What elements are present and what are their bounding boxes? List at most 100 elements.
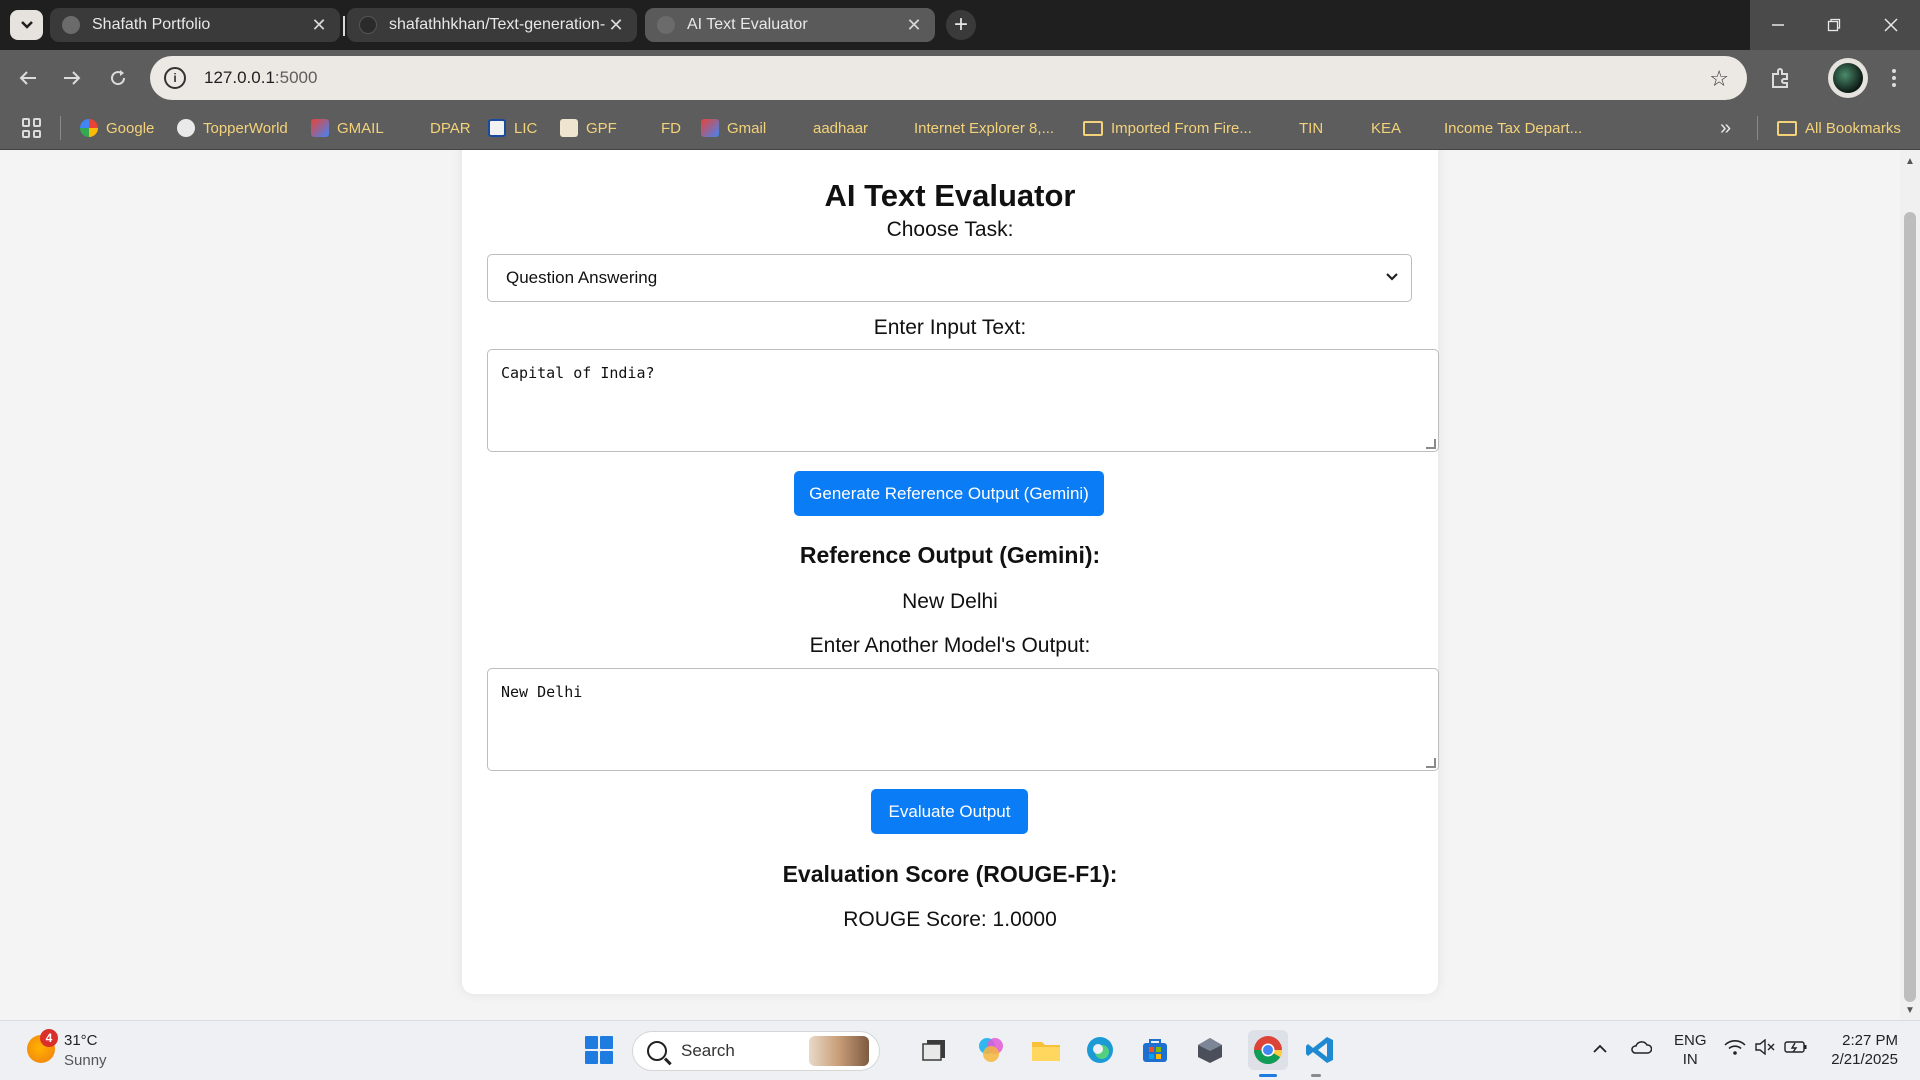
windows-logo-icon (585, 1036, 613, 1064)
scroll-down-icon[interactable]: ▼ (1905, 1005, 1915, 1016)
copilot-button[interactable] (974, 1033, 1008, 1067)
globe-icon (888, 119, 906, 137)
windows-taskbar: 4 31°C Sunny Search ENG IN 2:27 PM 2/21/… (0, 1020, 1920, 1080)
task-select[interactable]: Question Answering (487, 254, 1412, 302)
evaluate-output-button[interactable]: Evaluate Output (871, 789, 1028, 834)
globe-icon (1273, 119, 1291, 137)
search-icon (647, 1041, 667, 1061)
page-scrollbar[interactable]: ▲ ▼ (1900, 150, 1920, 1020)
bookmark-income-tax[interactable]: Income Tax Depart... (1418, 117, 1582, 139)
bookmark-google[interactable]: Google (80, 117, 154, 139)
browser-menu-button[interactable] (1880, 64, 1908, 92)
gmail-icon (311, 119, 329, 137)
chrome-active-indicator (1259, 1074, 1277, 1077)
topperworld-icon (177, 119, 195, 137)
folder-icon (1777, 120, 1797, 136)
onedrive-icon[interactable] (1630, 1039, 1653, 1060)
model-output-text-area[interactable]: New Delhi (487, 668, 1439, 771)
show-hidden-icons-button[interactable] (1592, 1039, 1608, 1059)
weather-temperature[interactable]: 31°C (64, 1032, 98, 1049)
globe-icon (1345, 119, 1363, 137)
wifi-icon[interactable] (1724, 1039, 1746, 1060)
tab-search-button[interactable] (10, 10, 43, 40)
tab-shafath-portfolio[interactable]: Shafath Portfolio ✕ (50, 8, 340, 42)
bookmark-fd[interactable]: FD (635, 117, 681, 139)
bookmark-imported-folder[interactable]: Imported From Fire... (1083, 117, 1252, 139)
volume-muted-icon[interactable] (1754, 1038, 1776, 1060)
globe-icon (1418, 119, 1436, 137)
file-explorer-button[interactable] (1029, 1033, 1063, 1067)
new-tab-button[interactable]: + (946, 10, 976, 40)
close-icon[interactable]: ✕ (310, 15, 328, 36)
bookmark-topperworld[interactable]: TopperWorld (177, 117, 288, 139)
bookmark-internet-explorer[interactable]: Internet Explorer 8,... (888, 117, 1054, 139)
tab-ai-text-evaluator[interactable]: AI Text Evaluator ✕ (645, 8, 935, 42)
resize-grip-icon[interactable] (1426, 439, 1436, 449)
bookmark-star-icon[interactable]: ☆ (1709, 66, 1729, 92)
bookmark-gpf[interactable]: GPF (560, 117, 617, 139)
more-bookmarks-button[interactable]: » (1720, 117, 1731, 139)
tab-title: shafathhkhan/Text-generation- (389, 16, 606, 33)
reload-button[interactable] (104, 64, 132, 92)
language-secondary: IN (1682, 1051, 1698, 1068)
puzzle-icon (1772, 68, 1788, 88)
taskbar-clock[interactable]: 2:27 PM 2/21/2025 (1818, 1031, 1898, 1069)
battery-charging-icon[interactable] (1784, 1039, 1808, 1060)
bookmark-label: DPAR (430, 119, 471, 137)
lic-icon (488, 119, 506, 137)
bookmark-label: Gmail (727, 119, 767, 137)
tab-github-repo[interactable]: shafathhkhan/Text-generation- ✕ (347, 8, 637, 42)
url-host: 127.0.0.1 (204, 68, 275, 87)
close-window-button[interactable] (1862, 0, 1920, 50)
double-chevron-icon: » (1720, 116, 1732, 139)
extensions-button[interactable] (1767, 64, 1795, 92)
bookmark-tin[interactable]: TIN (1273, 117, 1323, 139)
cube-icon (1198, 1038, 1222, 1063)
scroll-up-icon[interactable]: ▲ (1905, 156, 1915, 167)
language-indicator[interactable]: ENG IN (1674, 1031, 1707, 1069)
bookmark-kea[interactable]: KEA (1345, 117, 1401, 139)
bookmark-separator (1757, 116, 1758, 140)
model-output-label: Enter Another Model's Output: (809, 634, 1091, 657)
input-text-area[interactable]: Capital of India? (487, 349, 1439, 452)
globe-icon (635, 119, 653, 137)
url-port: :5000 (274, 68, 318, 87)
resize-grip-icon[interactable] (1426, 758, 1436, 768)
store-icon (1143, 1039, 1167, 1062)
task-selected-value: Question Answering (506, 268, 658, 287)
bookmark-gmail[interactable]: Gmail (701, 117, 766, 139)
profile-avatar[interactable] (1828, 58, 1868, 98)
restore-button[interactable] (1806, 0, 1862, 50)
address-bar[interactable]: i 127.0.0.1:5000 ☆ (150, 56, 1747, 100)
apps-grid-icon[interactable] (22, 118, 42, 138)
minimize-icon (1772, 24, 1784, 26)
reload-icon (111, 70, 126, 86)
globe-icon (404, 119, 422, 137)
start-button[interactable] (582, 1033, 616, 1067)
globe-icon (62, 16, 80, 34)
forward-button[interactable] (58, 64, 86, 92)
site-info-icon[interactable]: i (164, 67, 186, 89)
weather-condition[interactable]: Sunny (64, 1052, 107, 1069)
url-text[interactable]: 127.0.0.1:5000 (204, 68, 317, 88)
close-icon[interactable]: ✕ (607, 15, 625, 36)
minimize-button[interactable] (1750, 0, 1806, 50)
generate-reference-button[interactable]: Generate Reference Output (Gemini) (794, 471, 1104, 516)
store-button[interactable] (1138, 1033, 1172, 1067)
bookmark-aadhaar[interactable]: aadhaar (787, 117, 868, 139)
edge-button[interactable] (1083, 1033, 1117, 1067)
bookmark-lic[interactable]: LIC (488, 117, 537, 139)
browser-tab-strip: Shafath Portfolio ✕ shafathhkhan/Text-ge… (0, 0, 1920, 50)
task-view-button[interactable] (917, 1033, 951, 1067)
back-button[interactable] (14, 64, 42, 92)
taskbar-search[interactable]: Search (632, 1031, 880, 1071)
close-icon[interactable]: ✕ (905, 15, 923, 36)
bookmark-dpar[interactable]: DPAR (404, 117, 471, 139)
app-cube-button[interactable] (1193, 1033, 1227, 1067)
vscode-button[interactable] (1303, 1033, 1337, 1067)
all-bookmarks-button[interactable]: All Bookmarks (1777, 117, 1901, 139)
scrollbar-thumb[interactable] (1904, 212, 1916, 1002)
clock-date: 2/21/2025 (1831, 1051, 1898, 1068)
bookmark-gmail-upper[interactable]: GMAIL (311, 117, 384, 139)
chrome-button[interactable] (1248, 1030, 1288, 1070)
